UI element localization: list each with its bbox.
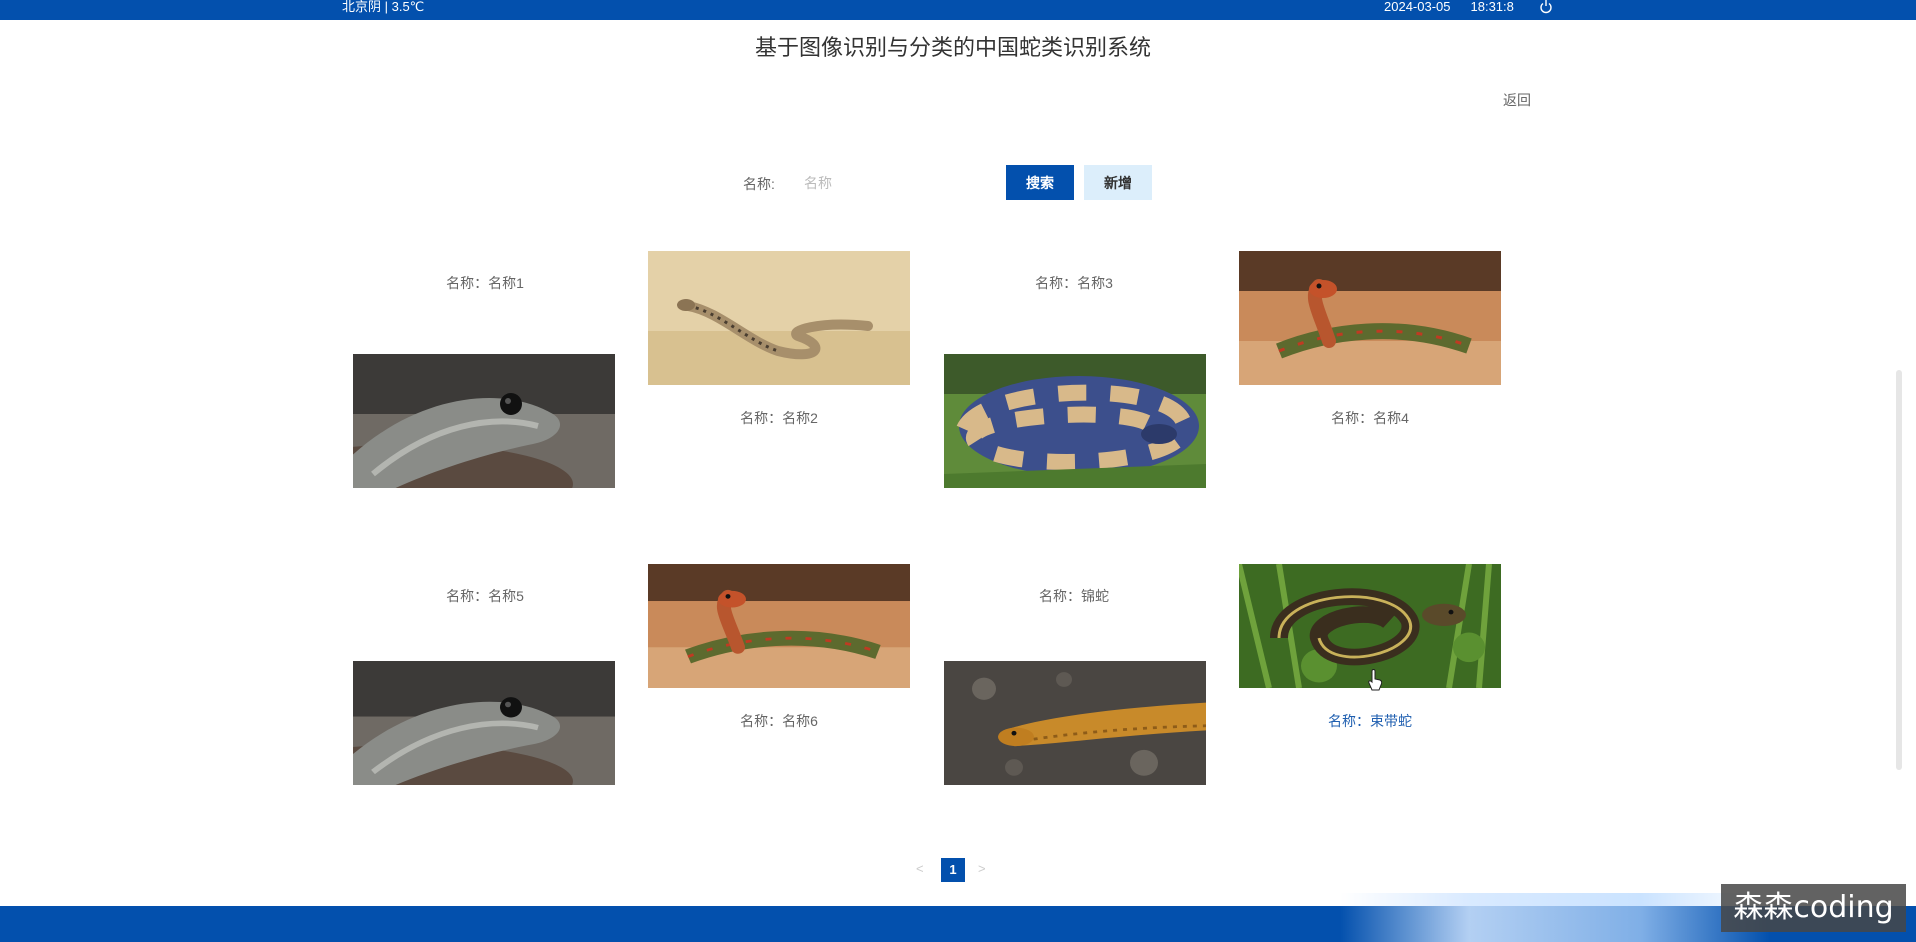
search-input[interactable] bbox=[796, 166, 986, 200]
card-label: 名称：束带蛇 bbox=[1328, 713, 1412, 729]
card-image-orange-rat-snake-on-gravel[interactable] bbox=[944, 661, 1206, 785]
back-link[interactable]: 返回 bbox=[1503, 90, 1531, 110]
card-label: 名称：名称2 bbox=[740, 410, 818, 426]
card-label: 名称：名称3 bbox=[1035, 275, 1113, 291]
scrollbar-thumb[interactable] bbox=[1896, 370, 1902, 770]
watermark: 森森coding bbox=[1721, 884, 1906, 932]
top-bar: 北京阴 | 3.5℃ 2024-03-05 18:31:8 bbox=[0, 0, 1916, 20]
add-button[interactable]: 新增 bbox=[1084, 165, 1152, 200]
card-label: 名称：锦蛇 bbox=[1039, 588, 1109, 604]
search-label: 名称: bbox=[743, 176, 775, 192]
card-image-red-headed-green-snake[interactable] bbox=[1239, 251, 1501, 385]
weather-info: 北京阴 | 3.5℃ bbox=[342, 0, 425, 14]
current-time: 18:31:8 bbox=[1470, 0, 1514, 14]
search-button[interactable]: 搜索 bbox=[1006, 165, 1074, 200]
card-label: 名称：名称6 bbox=[740, 713, 818, 729]
pagination-page-1[interactable]: 1 bbox=[941, 858, 965, 882]
card-image-red-headed-green-snake[interactable] bbox=[648, 564, 910, 688]
card-label: 名称：名称4 bbox=[1331, 410, 1409, 426]
page-title: 基于图像识别与分类的中国蛇类识别系统 bbox=[754, 35, 1151, 60]
power-icon[interactable] bbox=[1538, 0, 1554, 14]
date-time: 2024-03-05 18:31:8 bbox=[1384, 0, 1514, 14]
card-image-black-mamba-head[interactable] bbox=[353, 354, 615, 488]
pagination-prev-button[interactable]: < bbox=[916, 861, 924, 876]
footer-glow-decoration bbox=[1340, 893, 1770, 942]
card-image-black-mamba-head[interactable] bbox=[353, 661, 615, 785]
card-label: 名称：名称5 bbox=[446, 588, 524, 604]
hand-cursor-icon bbox=[1368, 669, 1382, 691]
card-image-tan-snake-on-sand[interactable] bbox=[648, 251, 910, 385]
pagination-next-button[interactable]: > bbox=[978, 861, 986, 876]
current-date: 2024-03-05 bbox=[1384, 0, 1451, 14]
card-label: 名称：名称1 bbox=[446, 275, 524, 291]
card-image-banded-blue-yellow-snake[interactable] bbox=[944, 354, 1206, 488]
